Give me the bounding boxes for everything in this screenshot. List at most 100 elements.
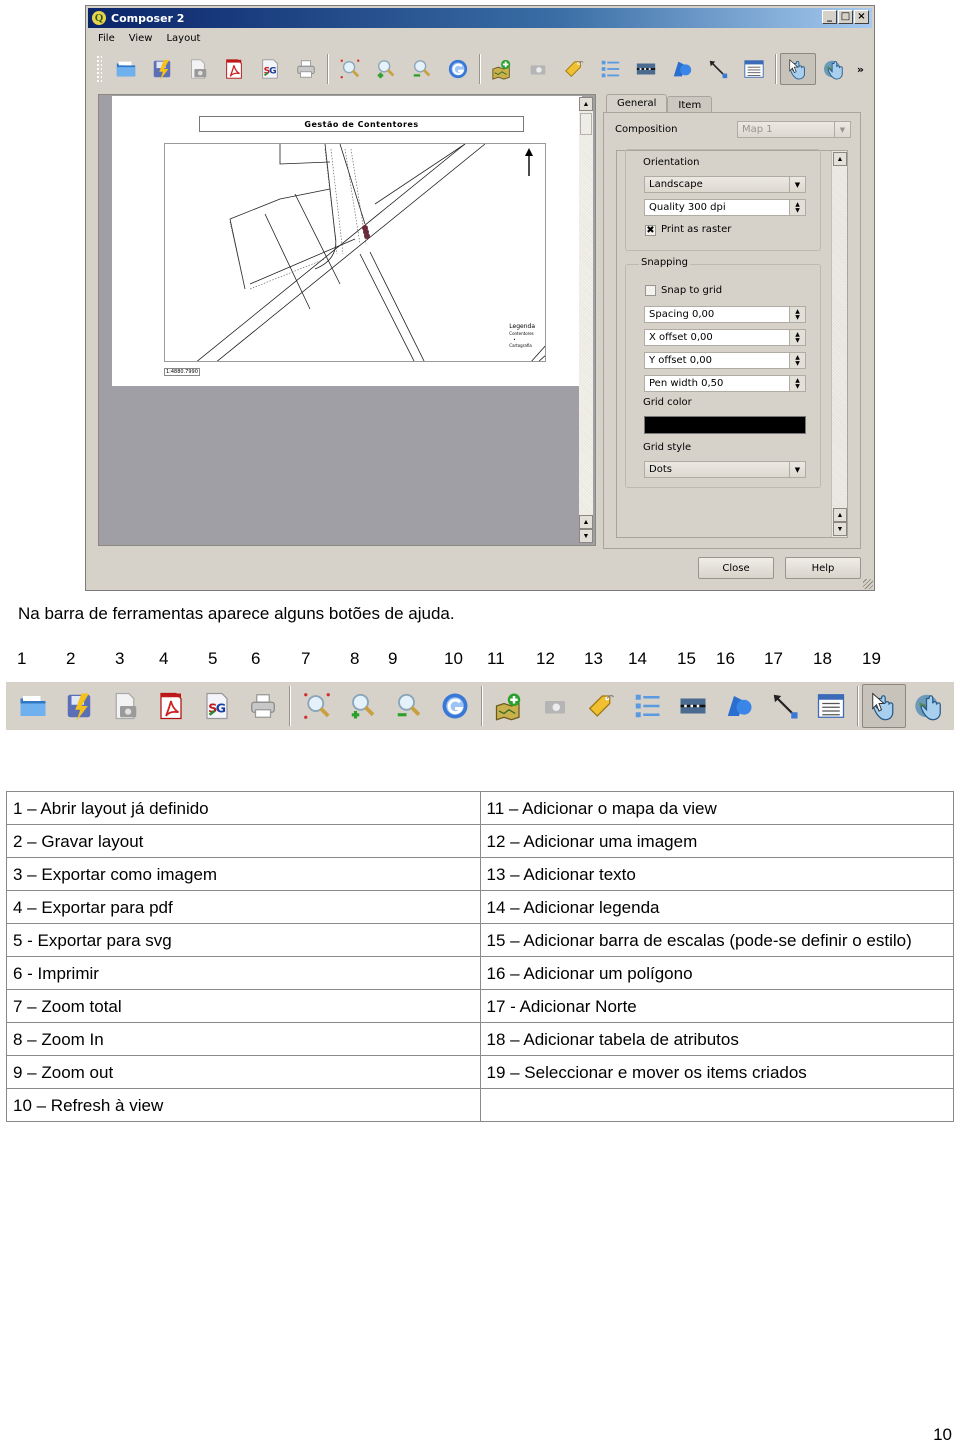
add-label-button[interactable] — [556, 53, 592, 85]
zoom-full-button[interactable] — [294, 684, 340, 728]
spin-arrows-icon[interactable]: ▲ ▼ — [789, 200, 805, 215]
scroll-up-button-lower[interactable]: ▲ — [833, 508, 847, 522]
y-offset-spinbox[interactable]: Y offset 0,00 ▲ ▼ — [644, 352, 806, 369]
snap-to-grid-checkbox[interactable] — [645, 285, 656, 296]
menu-view[interactable]: View — [129, 33, 153, 44]
export-image-button[interactable] — [102, 684, 148, 728]
scroll-up-button[interactable]: ▲ — [833, 152, 847, 166]
help-button[interactable]: Help — [785, 557, 861, 579]
toolbar-overflow-button[interactable]: » — [857, 63, 864, 76]
tab-general[interactable]: General — [606, 94, 668, 113]
export-pdf-button[interactable] — [216, 53, 252, 85]
zoom-out-button[interactable] — [386, 684, 432, 728]
number-label: 16 — [716, 649, 735, 668]
spin-arrows-icon[interactable]: ▲ ▼ — [789, 353, 805, 368]
zoom-full-button[interactable] — [332, 53, 368, 85]
add-scalebar-icon — [678, 691, 708, 721]
minimize-button[interactable]: _ — [822, 10, 837, 24]
map-item[interactable]: Legenda Contentores • Cartografia — [164, 143, 546, 362]
toolbar-grip[interactable] — [96, 55, 102, 83]
table-cell: 6 - Imprimir — [6, 956, 481, 990]
zoom-in-button[interactable] — [340, 684, 386, 728]
chevron-down-icon: ▼ — [834, 122, 850, 137]
move-content-button[interactable] — [816, 53, 852, 85]
add-scalebar-icon — [635, 58, 657, 80]
add-map-button[interactable] — [486, 684, 532, 728]
add-table-icon — [743, 58, 765, 80]
export-svg-button[interactable] — [194, 684, 240, 728]
resize-grip[interactable] — [863, 579, 873, 589]
zoom-out-button[interactable] — [404, 53, 440, 85]
scroll-up-button-lower[interactable]: ▲ — [579, 515, 593, 529]
table-row: 3 – Exportar como imagem 13 – Adicionar t… — [6, 857, 954, 891]
menu-layout[interactable]: Layout — [166, 33, 200, 44]
quality-spinbox[interactable]: Quality 300 dpi ▲ ▼ — [644, 199, 806, 216]
table-cell: 11 – Adicionar o mapa da view — [479, 791, 954, 825]
close-window-button[interactable]: × — [854, 10, 869, 24]
scale-label[interactable]: 1:4880.7990 — [164, 368, 200, 376]
add-image-button[interactable] — [532, 684, 578, 728]
close-button[interactable]: Close — [698, 557, 774, 579]
save-layout-button[interactable] — [56, 684, 102, 728]
maximize-button[interactable]: □ — [838, 10, 853, 24]
add-scalebar-button[interactable] — [670, 684, 716, 728]
add-image-button[interactable] — [520, 53, 556, 85]
orientation-select[interactable]: Landscape ▼ — [644, 176, 806, 193]
add-table-button[interactable] — [736, 53, 772, 85]
x-offset-spinbox[interactable]: X offset 0,00 ▲ ▼ — [644, 329, 806, 346]
chevron-down-icon: ▼ — [789, 462, 805, 477]
composition-select[interactable]: Map 1 ▼ — [737, 121, 851, 138]
add-arrow-button[interactable] — [762, 684, 808, 728]
tab-item[interactable]: Item — [667, 96, 713, 113]
add-arrow-button[interactable] — [700, 53, 736, 85]
add-legend-button[interactable] — [592, 53, 628, 85]
settings-vertical-scrollbar[interactable]: ▲ ▲ ▼ — [831, 151, 847, 537]
menu-file[interactable]: File — [98, 33, 115, 44]
table-cell: 12 – Adicionar uma imagem — [479, 824, 954, 858]
refresh-button[interactable] — [432, 684, 478, 728]
add-shape-button[interactable] — [716, 684, 762, 728]
print-button[interactable] — [288, 53, 324, 85]
refresh-button[interactable] — [440, 53, 476, 85]
scroll-down-button[interactable]: ▼ — [833, 522, 847, 536]
add-label-button[interactable] — [578, 684, 624, 728]
add-map-button[interactable] — [484, 53, 520, 85]
export-image-button[interactable] — [180, 53, 216, 85]
toolbar-illustration — [6, 682, 954, 730]
spin-arrows-icon[interactable]: ▲ ▼ — [789, 330, 805, 345]
add-scalebar-button[interactable] — [628, 53, 664, 85]
grid-style-select[interactable]: Dots ▼ — [644, 461, 806, 478]
zoom-in-button[interactable] — [368, 53, 404, 85]
print-button[interactable] — [240, 684, 286, 728]
map-title-label[interactable]: Gestão de Contentores — [199, 116, 524, 132]
canvas-vertical-scrollbar[interactable]: ▲ ▲ ▼ — [579, 97, 593, 543]
export-pdf-button[interactable] — [148, 684, 194, 728]
open-layout-button[interactable] — [10, 684, 56, 728]
open-layout-button[interactable] — [108, 53, 144, 85]
grid-color-button[interactable] — [644, 416, 806, 434]
scroll-thumb[interactable] — [580, 113, 592, 135]
save-layout-button[interactable] — [144, 53, 180, 85]
pen-width-spinbox[interactable]: Pen width 0,50 ▲ ▼ — [644, 375, 806, 392]
legend-item[interactable]: Legenda Contentores • Cartografia — [509, 322, 535, 349]
print-icon — [248, 691, 278, 721]
spin-arrows-icon[interactable]: ▲ ▼ — [789, 376, 805, 391]
spin-arrows-icon[interactable]: ▲ ▼ — [789, 307, 805, 322]
grid-color-label: Grid color — [643, 397, 692, 408]
select-move-button[interactable] — [862, 684, 906, 728]
number-label: 8 — [350, 649, 360, 668]
spacing-spinbox[interactable]: Spacing 0,00 ▲ ▼ — [644, 306, 806, 323]
export-svg-button[interactable] — [252, 53, 288, 85]
add-shape-button[interactable] — [664, 53, 700, 85]
select-move-button[interactable] — [780, 53, 816, 85]
move-content-button[interactable] — [906, 684, 952, 728]
number-label: 10 — [444, 649, 463, 668]
north-arrow-icon[interactable] — [523, 146, 535, 180]
scroll-up-button[interactable]: ▲ — [579, 97, 593, 111]
add-table-button[interactable] — [808, 684, 854, 728]
composer-canvas[interactable]: Gestão de Contentores Legenda Contentore… — [98, 94, 596, 546]
window-title: Composer 2 — [111, 11, 185, 25]
scroll-down-button[interactable]: ▼ — [579, 529, 593, 543]
print-as-raster-checkbox[interactable]: ✖ — [645, 225, 656, 236]
add-legend-button[interactable] — [624, 684, 670, 728]
